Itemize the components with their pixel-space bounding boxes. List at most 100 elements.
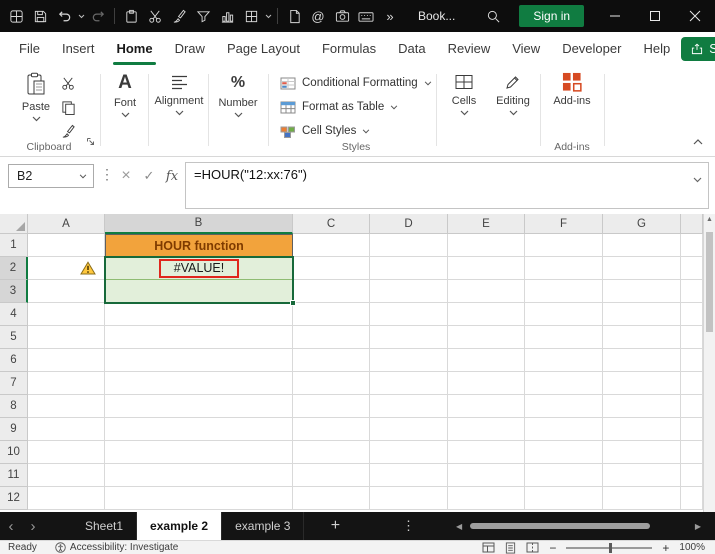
clipboard-paste-icon[interactable] [119, 4, 143, 28]
clipboard-dialog-launcher-icon[interactable] [86, 133, 95, 151]
cell-G2[interactable] [603, 257, 681, 280]
paste-button[interactable]: Paste [14, 72, 58, 122]
cell-D6[interactable] [370, 349, 448, 372]
more-commands-icon[interactable]: » [378, 4, 402, 28]
cell-B2[interactable]: #VALUE! [105, 257, 293, 280]
cell-A2[interactable] [28, 257, 105, 280]
cell-F3[interactable] [525, 280, 603, 303]
row-header-2[interactable]: 2 [0, 257, 28, 280]
cell-A6[interactable] [28, 349, 105, 372]
cell-F5[interactable] [525, 326, 603, 349]
cells-button[interactable]: Cells [444, 72, 484, 116]
cell-C4[interactable] [293, 303, 370, 326]
sign-in-button[interactable]: Sign in [519, 5, 585, 27]
sheet-tab-example-2[interactable]: example 2 [137, 512, 223, 540]
enter-icon[interactable]: ✓ [139, 164, 159, 188]
horizontal-scroll-thumb[interactable] [470, 523, 650, 529]
cell-E4[interactable] [448, 303, 525, 326]
sheet-options-icon[interactable]: ⋮ [398, 512, 418, 540]
vertical-scrollbar[interactable]: ▲ [703, 214, 715, 512]
cell-E8[interactable] [448, 395, 525, 418]
cell-F4[interactable] [525, 303, 603, 326]
addins-button[interactable]: Add-ins [548, 72, 596, 107]
mail-at-icon[interactable]: @ [306, 4, 330, 28]
format-painter-icon[interactable] [167, 4, 191, 28]
number-button[interactable]: % Number [214, 72, 262, 118]
cell-C9[interactable] [293, 418, 370, 441]
share-button[interactable]: Share [681, 37, 715, 61]
cell-B7[interactable] [105, 372, 293, 395]
cell-F1[interactable] [525, 234, 603, 257]
cell-A5[interactable] [28, 326, 105, 349]
cell-B4[interactable] [105, 303, 293, 326]
zoom-level[interactable]: 100% [679, 542, 705, 553]
menu-tab-review[interactable]: Review [437, 32, 502, 66]
column-header-a[interactable]: A [28, 214, 105, 234]
cell-B6[interactable] [105, 349, 293, 372]
vertical-scroll-thumb[interactable] [706, 232, 713, 332]
accessibility-status[interactable]: Accessibility: Investigate [55, 542, 178, 553]
camera-icon[interactable] [330, 4, 354, 28]
page-layout-view-icon[interactable] [505, 541, 516, 554]
zoom-in-button[interactable]: + [662, 541, 669, 554]
cell-A1[interactable] [28, 234, 105, 257]
cell-C10[interactable] [293, 441, 370, 464]
cell-F9[interactable] [525, 418, 603, 441]
cell-E1[interactable] [448, 234, 525, 257]
row-header-3[interactable]: 3 [0, 280, 28, 303]
cell-A9[interactable] [28, 418, 105, 441]
undo-dropdown-chevron-icon[interactable] [76, 4, 86, 28]
cell-G12[interactable] [603, 487, 681, 510]
cell-C7[interactable] [293, 372, 370, 395]
row-header-11[interactable]: 11 [0, 464, 28, 487]
keyboard-icon[interactable] [354, 4, 378, 28]
row-header-12[interactable]: 12 [0, 487, 28, 510]
cell-E10[interactable] [448, 441, 525, 464]
menu-tab-draw[interactable]: Draw [164, 32, 216, 66]
cell-G8[interactable] [603, 395, 681, 418]
expand-formula-bar-icon[interactable] [693, 171, 702, 186]
collapse-ribbon-button[interactable] [693, 132, 703, 150]
cell-C6[interactable] [293, 349, 370, 372]
cell-G3[interactable] [603, 280, 681, 303]
cell-G7[interactable] [603, 372, 681, 395]
cell-F6[interactable] [525, 349, 603, 372]
cell-B10[interactable] [105, 441, 293, 464]
borders-icon[interactable] [239, 4, 263, 28]
close-button[interactable] [675, 0, 715, 32]
conditional-formatting-button[interactable]: Conditional Formatting [280, 72, 436, 94]
chart-icon[interactable] [215, 4, 239, 28]
scroll-right-arrow[interactable]: ▶ [695, 512, 701, 540]
filter-icon[interactable] [191, 4, 215, 28]
menu-tab-developer[interactable]: Developer [551, 32, 632, 66]
row-header-9[interactable]: 9 [0, 418, 28, 441]
row-header-10[interactable]: 10 [0, 441, 28, 464]
copy-icon[interactable] [58, 98, 78, 116]
cell-G9[interactable] [603, 418, 681, 441]
cell-A7[interactable] [28, 372, 105, 395]
cell-D11[interactable] [370, 464, 448, 487]
cell-E7[interactable] [448, 372, 525, 395]
maximize-button[interactable] [635, 0, 675, 32]
cell-C3[interactable] [293, 280, 370, 303]
cell-E5[interactable] [448, 326, 525, 349]
search-icon[interactable] [481, 4, 505, 28]
zoom-slider[interactable] [566, 542, 653, 553]
cell-F12[interactable] [525, 487, 603, 510]
borders-dropdown-chevron-icon[interactable] [263, 4, 273, 28]
cancel-icon[interactable]: × [116, 164, 136, 188]
minimize-button[interactable] [595, 0, 635, 32]
formula-input[interactable]: =HOUR("12:xx:76") [185, 162, 709, 209]
cell-B8[interactable] [105, 395, 293, 418]
cell-D10[interactable] [370, 441, 448, 464]
cell-E6[interactable] [448, 349, 525, 372]
cell-D2[interactable] [370, 257, 448, 280]
cell-A11[interactable] [28, 464, 105, 487]
new-sheet-button[interactable]: + [322, 512, 348, 540]
cell-B9[interactable] [105, 418, 293, 441]
cut-icon[interactable] [58, 74, 78, 92]
undo-icon[interactable] [52, 4, 76, 28]
row-header-5[interactable]: 5 [0, 326, 28, 349]
cell-A3[interactable] [28, 280, 105, 303]
normal-view-icon[interactable] [482, 542, 495, 553]
